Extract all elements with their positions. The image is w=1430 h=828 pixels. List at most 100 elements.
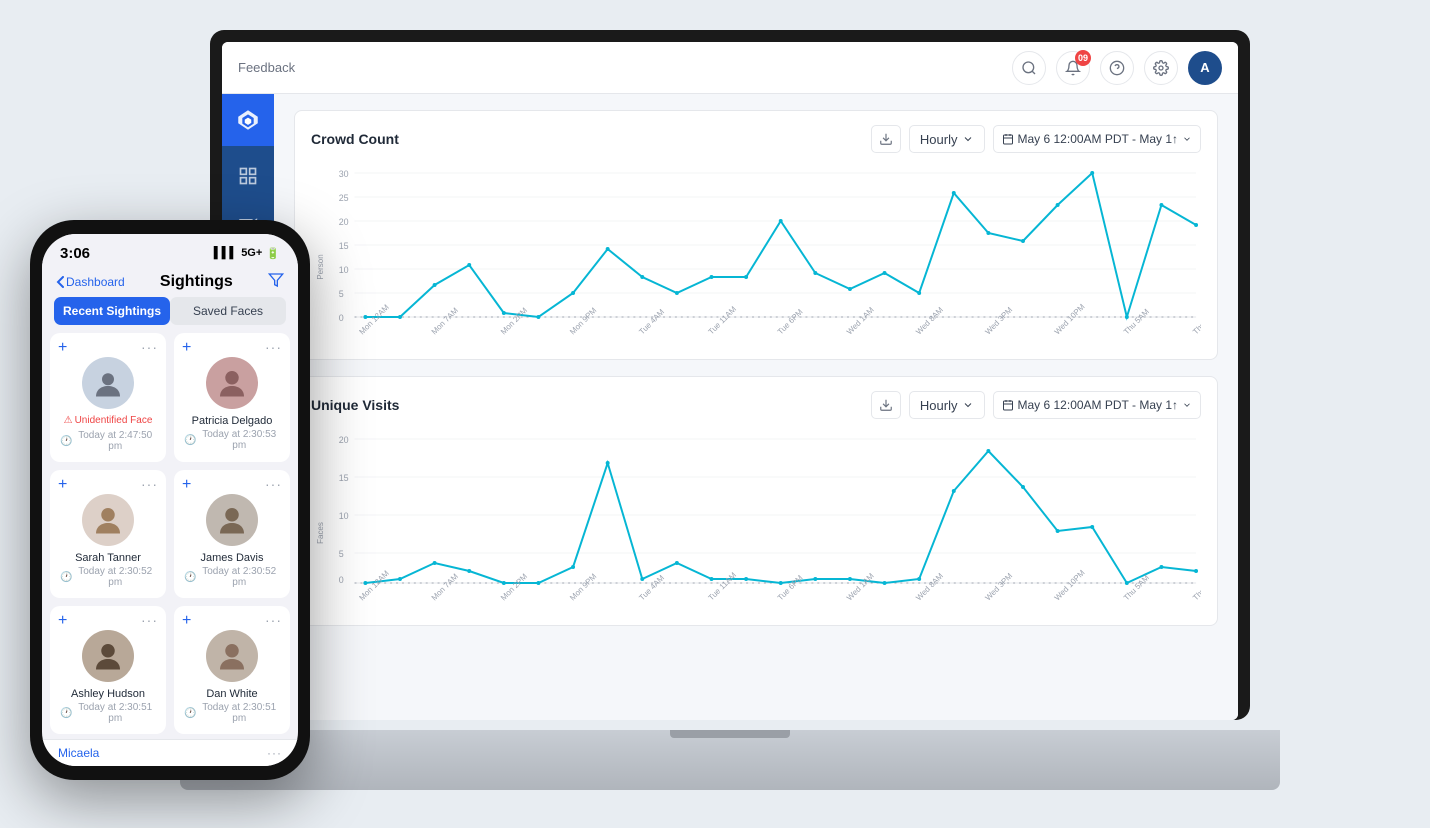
svg-text:Wed 1AM: Wed 1AM	[845, 305, 876, 336]
laptop: Feedback 09	[210, 30, 1270, 790]
chart1-visualization: 30 25 20 15 10 5 0 Person	[311, 165, 1201, 345]
svg-text:10: 10	[339, 265, 349, 275]
svg-text:Faces: Faces	[316, 522, 325, 544]
more-button-patricia[interactable]: ···	[265, 339, 282, 355]
chart1-interval-dropdown[interactable]: Hourly	[909, 125, 985, 153]
svg-text:Mon 7AM: Mon 7AM	[430, 572, 460, 603]
chart1-date-range-label: May 6 12:00AM PDT - May 1↑	[1018, 132, 1179, 146]
chart2-interval-dropdown[interactable]: Hourly	[909, 391, 985, 419]
sighting-time-4: 🕐 Today at 2:30:51 pm	[60, 702, 156, 724]
phone-bottom-item[interactable]: Micaela ···	[42, 739, 298, 766]
network-type: 5G+	[241, 247, 262, 259]
phone-inner: 3:06 ▌▌▌ 5G+ 🔋 Dashboard Sightings Recen…	[42, 234, 298, 766]
app-shell: Feedback 09	[222, 42, 1238, 720]
search-button[interactable]	[1012, 51, 1046, 85]
help-button[interactable]	[1100, 51, 1134, 85]
charts-area: Crowd Count Hourly	[274, 94, 1238, 642]
sighting-card-sarah[interactable]: + ··· Sarah Tanner 🕐 Today at 2:30:52 pm	[50, 470, 166, 598]
chart2-download-button[interactable]	[871, 391, 901, 419]
add-button-dan[interactable]: +	[182, 612, 191, 630]
svg-text:15: 15	[339, 473, 349, 483]
svg-text:Wed 3PM: Wed 3PM	[983, 305, 1014, 336]
crowd-count-chart: Crowd Count Hourly	[294, 110, 1218, 360]
battery-icon: 🔋	[266, 247, 280, 260]
sidebar-logo[interactable]	[222, 94, 274, 146]
content-area: Crowd Count Hourly	[274, 94, 1238, 720]
add-button-sarah[interactable]: +	[58, 476, 67, 494]
more-button-james[interactable]: ···	[265, 476, 282, 492]
sighting-card-unidentified[interactable]: + ··· ⚠ Unidentified Face 🕐 Today at 2:4…	[50, 333, 166, 462]
add-button-james[interactable]: +	[182, 476, 191, 494]
tab-saved-faces[interactable]: Saved Faces	[170, 297, 286, 325]
chart1-interval-label: Hourly	[920, 132, 958, 147]
avatar-unidentified	[82, 357, 134, 409]
svg-text:Wed 8AM: Wed 8AM	[914, 571, 945, 602]
svg-text:Mon 12AM: Mon 12AM	[358, 303, 391, 337]
add-button-unidentified[interactable]: +	[58, 339, 67, 357]
laptop-base	[180, 730, 1280, 790]
chart2-date-range-label: May 6 12:00AM PDT - May 1↑	[1018, 398, 1179, 412]
svg-text:10: 10	[339, 511, 349, 521]
svg-text:5: 5	[339, 289, 344, 299]
svg-text:Mon 2PM: Mon 2PM	[499, 306, 529, 337]
svg-text:Mon 7AM: Mon 7AM	[430, 306, 460, 337]
add-button-patricia[interactable]: +	[182, 339, 191, 357]
more-button-ashley[interactable]: ···	[141, 612, 158, 628]
sighting-time-0: 🕐 Today at 2:47:50 pm	[60, 430, 156, 452]
avatar-james	[206, 494, 258, 546]
svg-text:20: 20	[339, 435, 349, 445]
chart1-header: Crowd Count Hourly	[311, 125, 1201, 153]
svg-text:0: 0	[339, 313, 344, 323]
phone-time: 3:06	[60, 245, 90, 262]
main-content: Crowd Count Hourly	[222, 94, 1238, 720]
more-button-dan[interactable]: ···	[265, 612, 282, 628]
svg-text:Wed 1AM: Wed 1AM	[845, 571, 876, 602]
unique-visits-chart: Unique Visits Hourly	[294, 376, 1218, 626]
sidebar-item-dashboard[interactable]	[226, 154, 270, 198]
svg-text:Thu 12PM: Thu 12PM	[1191, 570, 1201, 602]
user-avatar-button[interactable]: A	[1188, 51, 1222, 85]
sighting-name-5: Dan White	[206, 688, 257, 700]
bottom-item-label: Micaela	[58, 746, 99, 760]
sighting-time-1: 🕐 Today at 2:30:53 pm	[184, 429, 280, 451]
chart1-controls: Hourly May 6 12:00AM PDT - May 1↑	[871, 125, 1201, 153]
svg-text:Wed 10PM: Wed 10PM	[1053, 302, 1087, 336]
svg-text:Mon 12AM: Mon 12AM	[358, 569, 391, 603]
svg-text:Wed 10PM: Wed 10PM	[1053, 568, 1087, 602]
tab-recent-sightings[interactable]: Recent Sightings	[54, 297, 170, 325]
settings-button[interactable]	[1144, 51, 1178, 85]
chart2-controls: Hourly May 6 12:00AM PDT - May 1↑	[871, 391, 1201, 419]
svg-text:Tue 4AM: Tue 4AM	[637, 307, 666, 336]
chart1-date-range[interactable]: May 6 12:00AM PDT - May 1↑	[993, 125, 1202, 153]
phone-back-button[interactable]: Dashboard	[56, 275, 125, 289]
top-bar: Feedback 09	[222, 42, 1238, 94]
chart1-download-button[interactable]	[871, 125, 901, 153]
svg-text:5: 5	[339, 549, 344, 559]
more-button-unidentified[interactable]: ···	[141, 339, 158, 355]
svg-text:Person: Person	[316, 254, 325, 279]
more-button-sarah[interactable]: ···	[141, 476, 158, 492]
avatar-ashley	[82, 630, 134, 682]
chart2-date-range[interactable]: May 6 12:00AM PDT - May 1↑	[993, 391, 1202, 419]
sighting-card-james[interactable]: + ··· James Davis 🕐 Today at 2:30:52 pm	[174, 470, 290, 598]
phone-status-icons: ▌▌▌ 5G+ 🔋	[214, 247, 280, 260]
sightings-list: + ··· ⚠ Unidentified Face 🕐 Today at 2:4…	[42, 333, 298, 739]
add-button-ashley[interactable]: +	[58, 612, 67, 630]
sighting-name-2: Sarah Tanner	[75, 552, 141, 564]
bottom-item-more[interactable]: ···	[267, 746, 282, 760]
chart2-title: Unique Visits	[311, 397, 871, 413]
sighting-name-4: Ashley Hudson	[71, 688, 145, 700]
sighting-time-3: 🕐 Today at 2:30:52 pm	[184, 566, 280, 588]
laptop-screen-border: Feedback 09	[210, 30, 1250, 720]
filter-icon[interactable]	[268, 272, 284, 291]
notifications-button[interactable]: 09	[1056, 51, 1090, 85]
sighting-card-patricia[interactable]: + ··· Patricia Delgado 🕐 Today at 2:30:5…	[174, 333, 290, 462]
sighting-card-ashley[interactable]: + ··· Ashley Hudson 🕐 Today at 2:30:51 p…	[50, 606, 166, 734]
chart2-header: Unique Visits Hourly	[311, 391, 1201, 419]
svg-text:Tue 6PM: Tue 6PM	[776, 307, 805, 336]
svg-text:20: 20	[339, 217, 349, 227]
phone-tabs: Recent Sightings Saved Faces	[54, 297, 286, 325]
phone-status-bar: 3:06 ▌▌▌ 5G+ 🔋	[42, 234, 298, 266]
sighting-card-dan[interactable]: + ··· Dan White 🕐 Today at 2:30:51 pm	[174, 606, 290, 734]
feedback-link[interactable]: Feedback	[238, 60, 295, 75]
